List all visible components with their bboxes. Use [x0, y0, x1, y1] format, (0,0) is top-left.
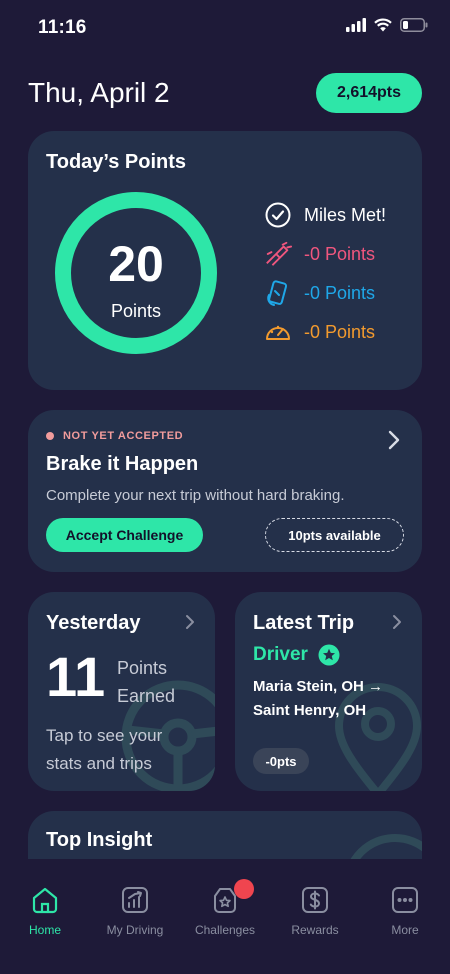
yesterday-title: Yesterday: [46, 612, 141, 634]
points-value: 20: [108, 236, 164, 292]
notification-badge: [234, 879, 254, 899]
total-points-badge[interactable]: 2,614pts: [316, 73, 422, 113]
tab-challenges-label: Challenges: [194, 923, 256, 937]
signal-icon: [346, 18, 366, 32]
latest-trip-title: Latest Trip: [253, 612, 355, 634]
challenge-status: NOT YET ACCEPTED: [46, 430, 183, 442]
chevron-right-icon[interactable]: [388, 430, 400, 455]
tab-home[interactable]: Home: [0, 885, 90, 937]
metric-miles-label: Miles Met!: [304, 204, 387, 225]
tab-my-driving-label: My Driving: [106, 923, 164, 937]
tab-rewards-label: Rewards: [291, 923, 339, 937]
yesterday-card[interactable]: Yesterday 11 Points Earned Tap to see yo…: [28, 592, 215, 791]
points-available-badge: 10pts available: [265, 518, 404, 552]
latest-trip-card[interactable]: Latest Trip Driver Maria Stein, OH → Sai…: [235, 592, 422, 791]
metric-speeding: -0 Points: [264, 318, 375, 346]
tab-more[interactable]: More: [360, 885, 450, 937]
home-icon: [30, 885, 60, 915]
points-ring: 20 Points: [54, 191, 218, 355]
tab-rewards[interactable]: Rewards: [270, 885, 360, 937]
accept-challenge-button[interactable]: Accept Challenge: [46, 518, 203, 552]
driver-label: Driver: [253, 644, 308, 665]
driver-role: Driver: [253, 644, 340, 666]
metric-speeding-label: -0 Points: [304, 321, 376, 342]
challenge-status-text: NOT YET ACCEPTED: [63, 430, 184, 442]
status-time: 11:16: [38, 17, 87, 38]
chevron-right-icon[interactable]: [185, 614, 195, 635]
page-title-date: Thu, April 2: [28, 77, 170, 108]
status-icons: [346, 18, 428, 32]
trophy-icon: [210, 879, 254, 915]
battery-icon: [400, 18, 428, 32]
more-icon: [390, 885, 420, 915]
status-bar: 11:16: [0, 0, 450, 56]
metric-hard-braking: -0 Points: [264, 240, 375, 268]
points-label: Points: [110, 301, 162, 321]
hard-braking-icon: [264, 240, 292, 268]
metric-miles: Miles Met!: [264, 201, 386, 229]
todays-points-card[interactable]: Today’s Points 20 Points Miles Met! -0 P…: [28, 131, 422, 390]
yesterday-points: 11: [46, 645, 106, 708]
tab-my-driving[interactable]: My Driving: [90, 885, 180, 937]
challenge-card[interactable]: NOT YET ACCEPTED Brake it Happen Complet…: [28, 410, 422, 572]
check-circle-icon: [264, 201, 292, 229]
speedometer-icon: [264, 318, 292, 346]
chevron-right-icon[interactable]: [392, 614, 402, 635]
phone-use-icon: [264, 279, 292, 307]
metric-phone-use: -0 Points: [264, 279, 375, 307]
metric-phone-label: -0 Points: [304, 282, 376, 303]
metric-braking-label: -0 Points: [304, 243, 376, 264]
bottom-tab-bar: Home My Driving Challenges Rewards More: [0, 859, 450, 974]
wifi-icon: [374, 18, 392, 32]
trip-points-badge: -0pts: [253, 748, 309, 774]
status-dot: [46, 432, 54, 440]
star-badge-icon: [318, 644, 340, 666]
tab-home-label: Home: [28, 923, 61, 937]
tab-more-label: More: [391, 923, 419, 937]
todays-points-title: Today’s Points: [46, 151, 187, 173]
dollar-icon: [300, 885, 330, 915]
trip-route: Maria Stein, OH → Saint Henry, OH: [253, 678, 384, 719]
yesterday-tap-text: Tap to see your stats and trips: [46, 726, 163, 773]
chart-icon: [120, 885, 150, 915]
challenge-title: Brake it Happen: [46, 453, 199, 475]
challenge-description: Complete your next trip without hard bra…: [46, 487, 345, 504]
tab-challenges[interactable]: Challenges: [180, 879, 270, 937]
points-earned-label: Points Earned: [117, 658, 176, 706]
top-insight-title: Top Insight: [46, 829, 153, 851]
